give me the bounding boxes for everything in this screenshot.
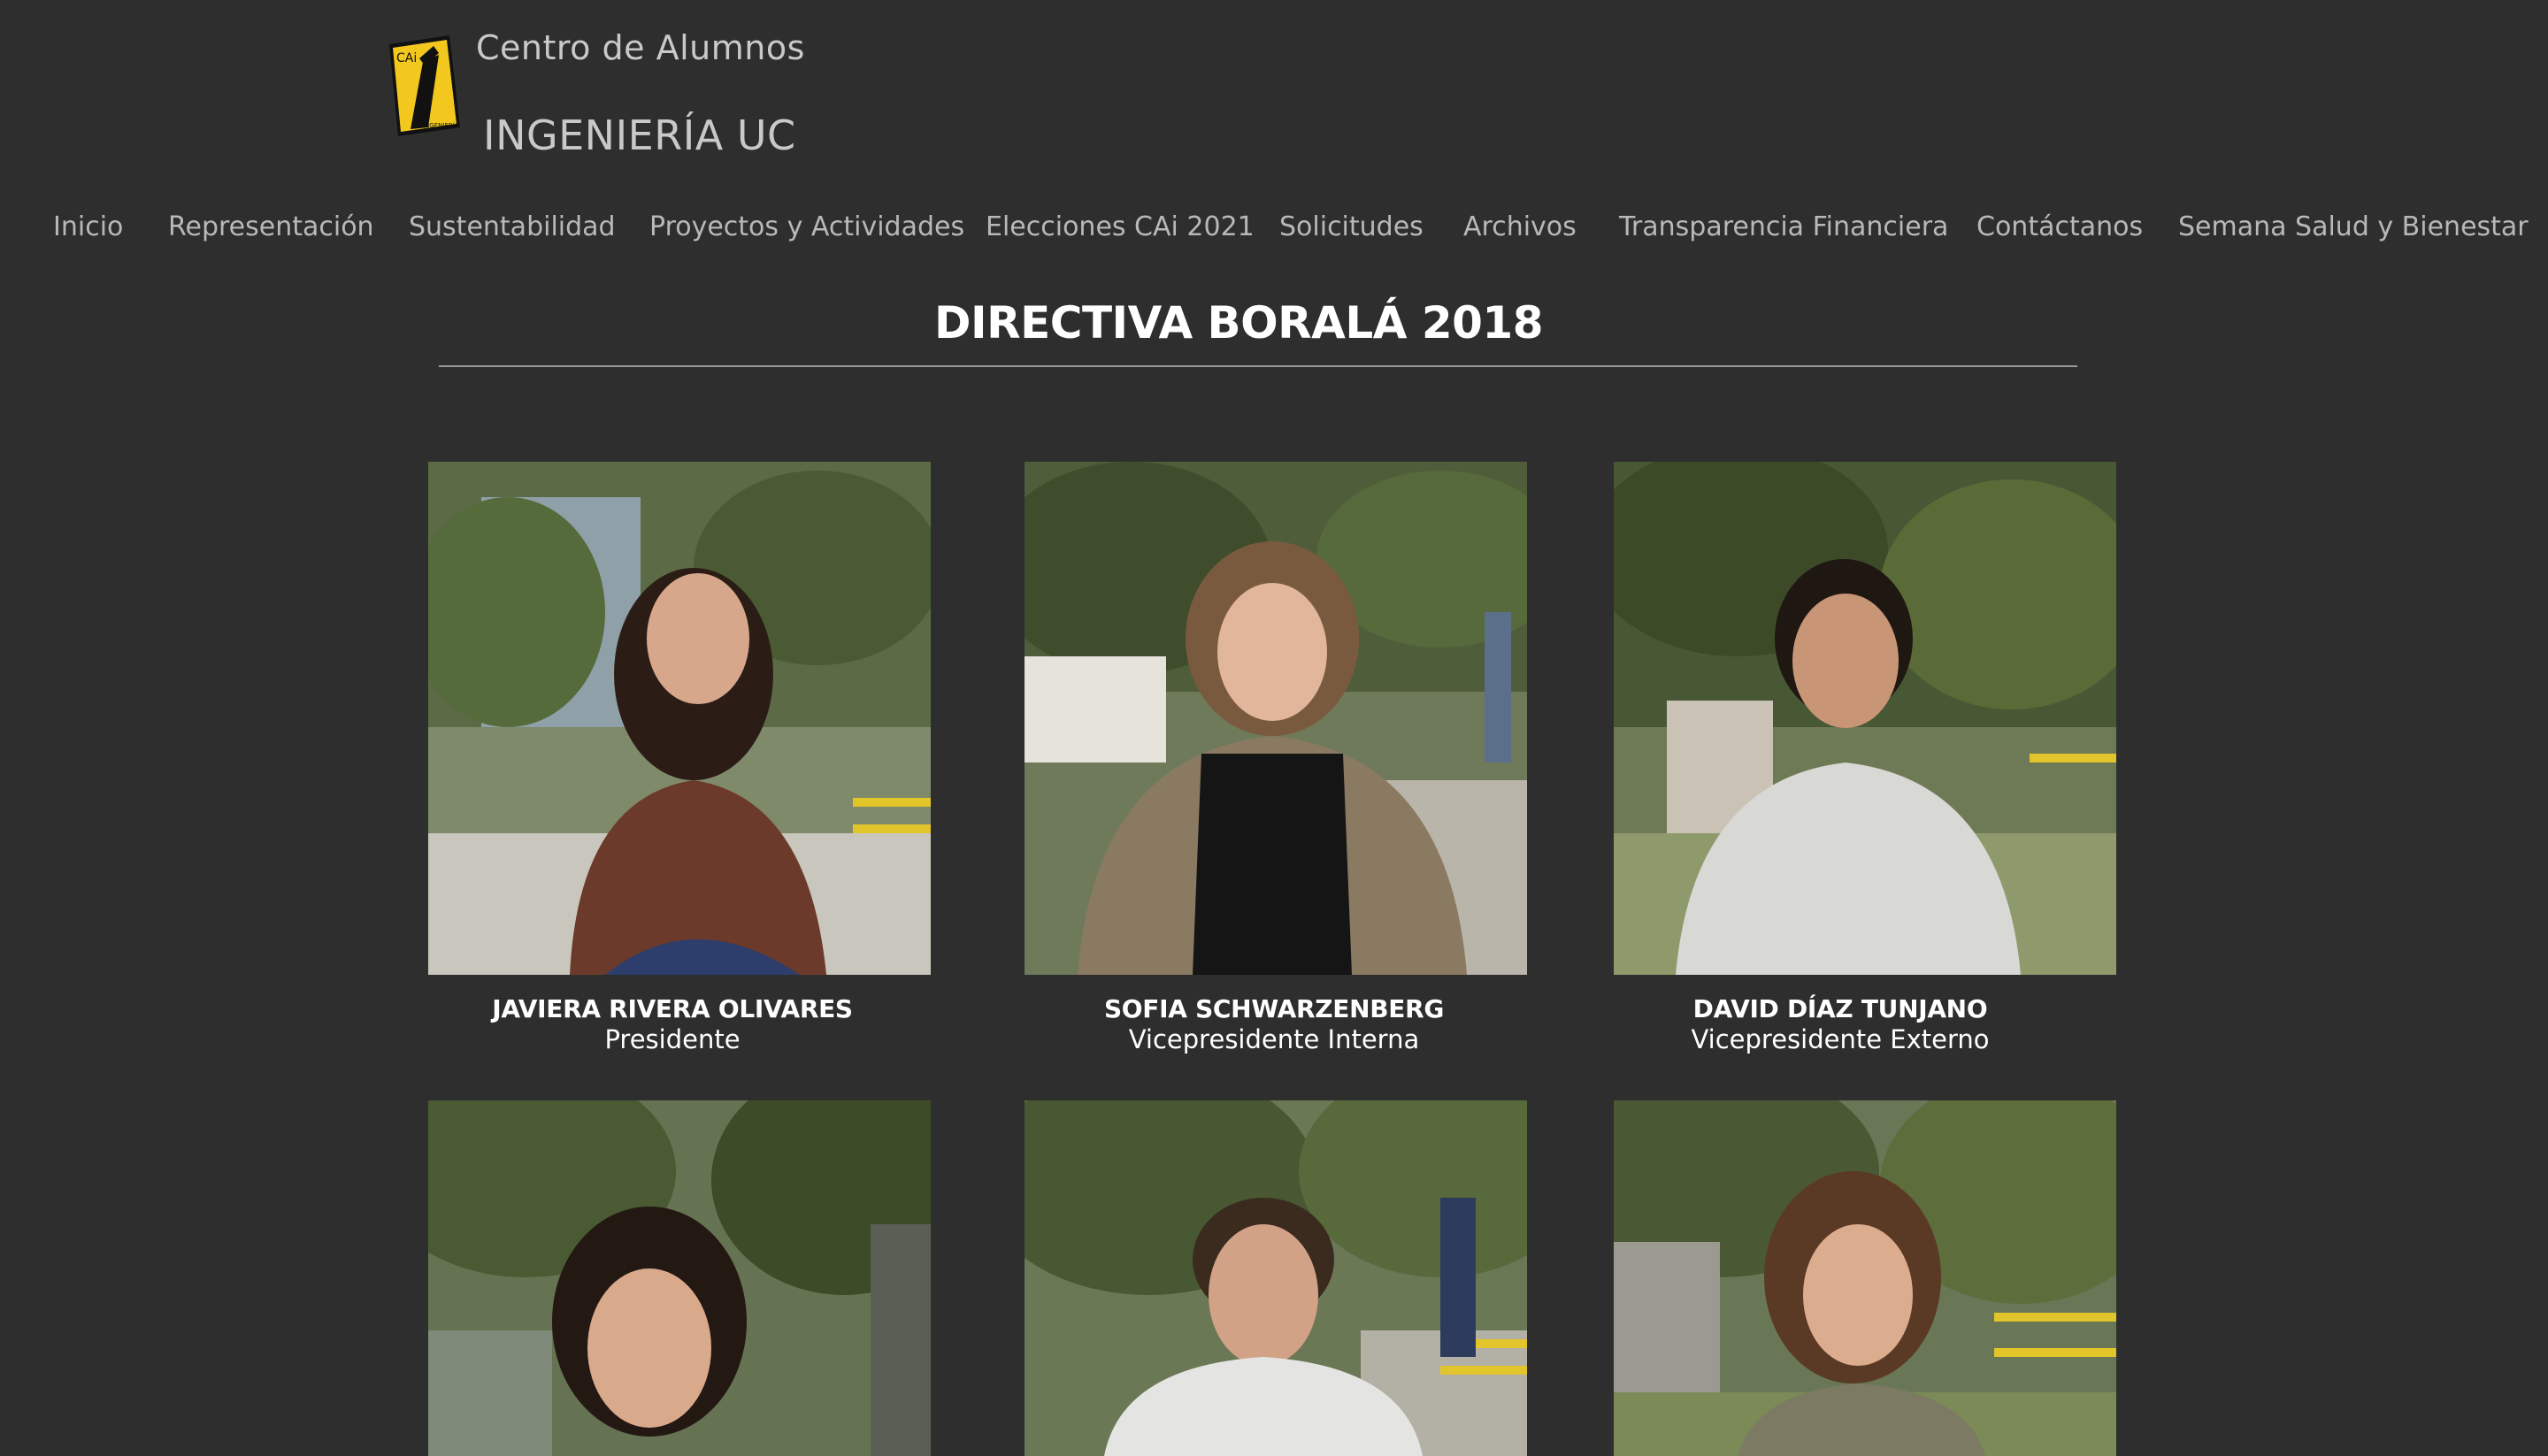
member-role-2: Vicepresidente Interna [1128,1024,1420,1054]
nav-item-inicio[interactable]: Inicio [53,205,123,249]
nav-item-proyectos[interactable]: Proyectos y Actividades [649,205,964,249]
member-photo-5[interactable] [1025,1100,1527,1456]
cai-logo[interactable]: CAi INGENIERÍA [384,35,462,138]
nav-item-representacion[interactable]: Representación [168,205,374,249]
logo-letters-text: CAi [396,51,417,65]
main-nav: Inicio Representación Sustentabilidad Pr… [0,205,2548,249]
member-name-2: SOFIA SCHWARZENBERG [1103,994,1445,1023]
brand-bottom-text[interactable]: INGENIERÍA UC [483,111,796,159]
nav-item-elecciones[interactable]: Elecciones CAi 2021 [986,205,1255,249]
page: CAi INGENIERÍA Centro de Alumnos INGENIE… [0,0,2548,1456]
section-title: DIRECTIVA BORALÁ 2018 [933,297,1544,349]
nav-item-transparencia[interactable]: Transparencia Financiera [1619,205,1948,249]
member-name-3: DAVID DÍAZ TUNJANO [1692,994,1988,1023]
member-photo-4[interactable] [428,1100,931,1456]
member-role-1: Presidente [604,1024,741,1054]
nav-item-contactanos[interactable]: Contáctanos [1976,205,2143,249]
member-role-3: Vicepresidente Externo [1691,1024,1990,1054]
member-photo-2[interactable] [1025,462,1527,975]
logo-small-text: INGENIERÍA [423,121,459,129]
member-name-1: JAVIERA RIVERA OLIVARES [492,994,853,1023]
nav-item-archivos[interactable]: Archivos [1463,205,1577,249]
nav-item-sustentabilidad[interactable]: Sustentabilidad [409,205,616,249]
title-divider [439,365,2077,367]
member-photo-1[interactable] [428,462,931,975]
member-photo-3[interactable] [1614,462,2116,975]
brand-top-text[interactable]: Centro de Alumnos [476,28,805,67]
member-photo-6[interactable] [1614,1100,2116,1456]
nav-item-semana-salud[interactable]: Semana Salud y Bienestar [2178,205,2529,249]
nav-item-solicitudes[interactable]: Solicitudes [1279,205,1424,249]
